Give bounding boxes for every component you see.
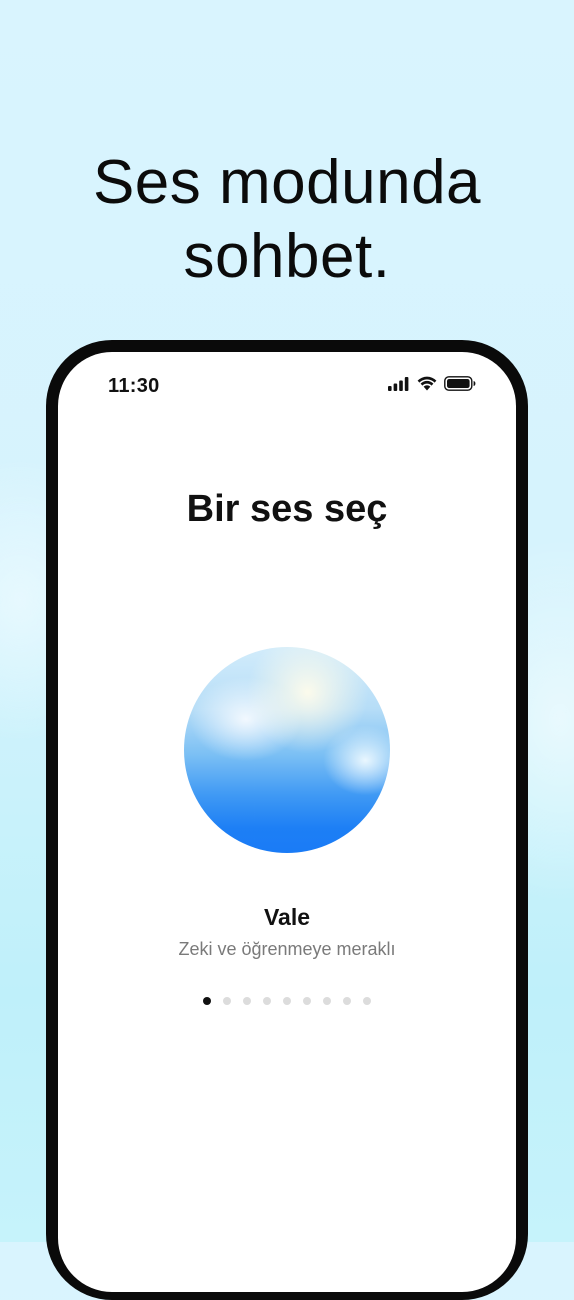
cellular-signal-icon bbox=[388, 376, 410, 396]
wifi-icon bbox=[417, 376, 437, 396]
phone-frame: 11:30 Bir ses seç Vale Zeki ve öğrenmeye… bbox=[46, 340, 528, 1300]
page-dot[interactable] bbox=[243, 997, 251, 1005]
headline-line-1: Ses modunda bbox=[92, 147, 482, 217]
battery-icon bbox=[444, 376, 476, 396]
phone-screen: 11:30 Bir ses seç Vale Zeki ve öğrenmeye… bbox=[58, 352, 516, 1292]
page-dot[interactable] bbox=[343, 997, 351, 1005]
promo-headline: Ses modunda sohbet. bbox=[0, 146, 574, 294]
voice-name: Vale bbox=[263, 904, 311, 930]
page-dot[interactable] bbox=[283, 997, 291, 1005]
status-time: 11:30 bbox=[108, 375, 160, 397]
page-dot[interactable] bbox=[363, 997, 371, 1005]
page-dot[interactable] bbox=[223, 997, 231, 1005]
headline-line-2: sohbet. bbox=[183, 221, 391, 291]
page-dot[interactable] bbox=[263, 997, 271, 1005]
page-dot[interactable] bbox=[323, 997, 331, 1005]
voice-description: Zeki ve öğrenmeye meraklı bbox=[178, 939, 396, 959]
status-icons bbox=[388, 376, 476, 396]
voice-orb[interactable] bbox=[184, 647, 390, 853]
status-bar: 11:30 bbox=[58, 352, 516, 422]
page-indicator[interactable] bbox=[58, 997, 516, 1005]
page-title: Bir ses seç bbox=[186, 488, 388, 530]
page-dot[interactable] bbox=[203, 997, 211, 1005]
page-dot[interactable] bbox=[303, 997, 311, 1005]
